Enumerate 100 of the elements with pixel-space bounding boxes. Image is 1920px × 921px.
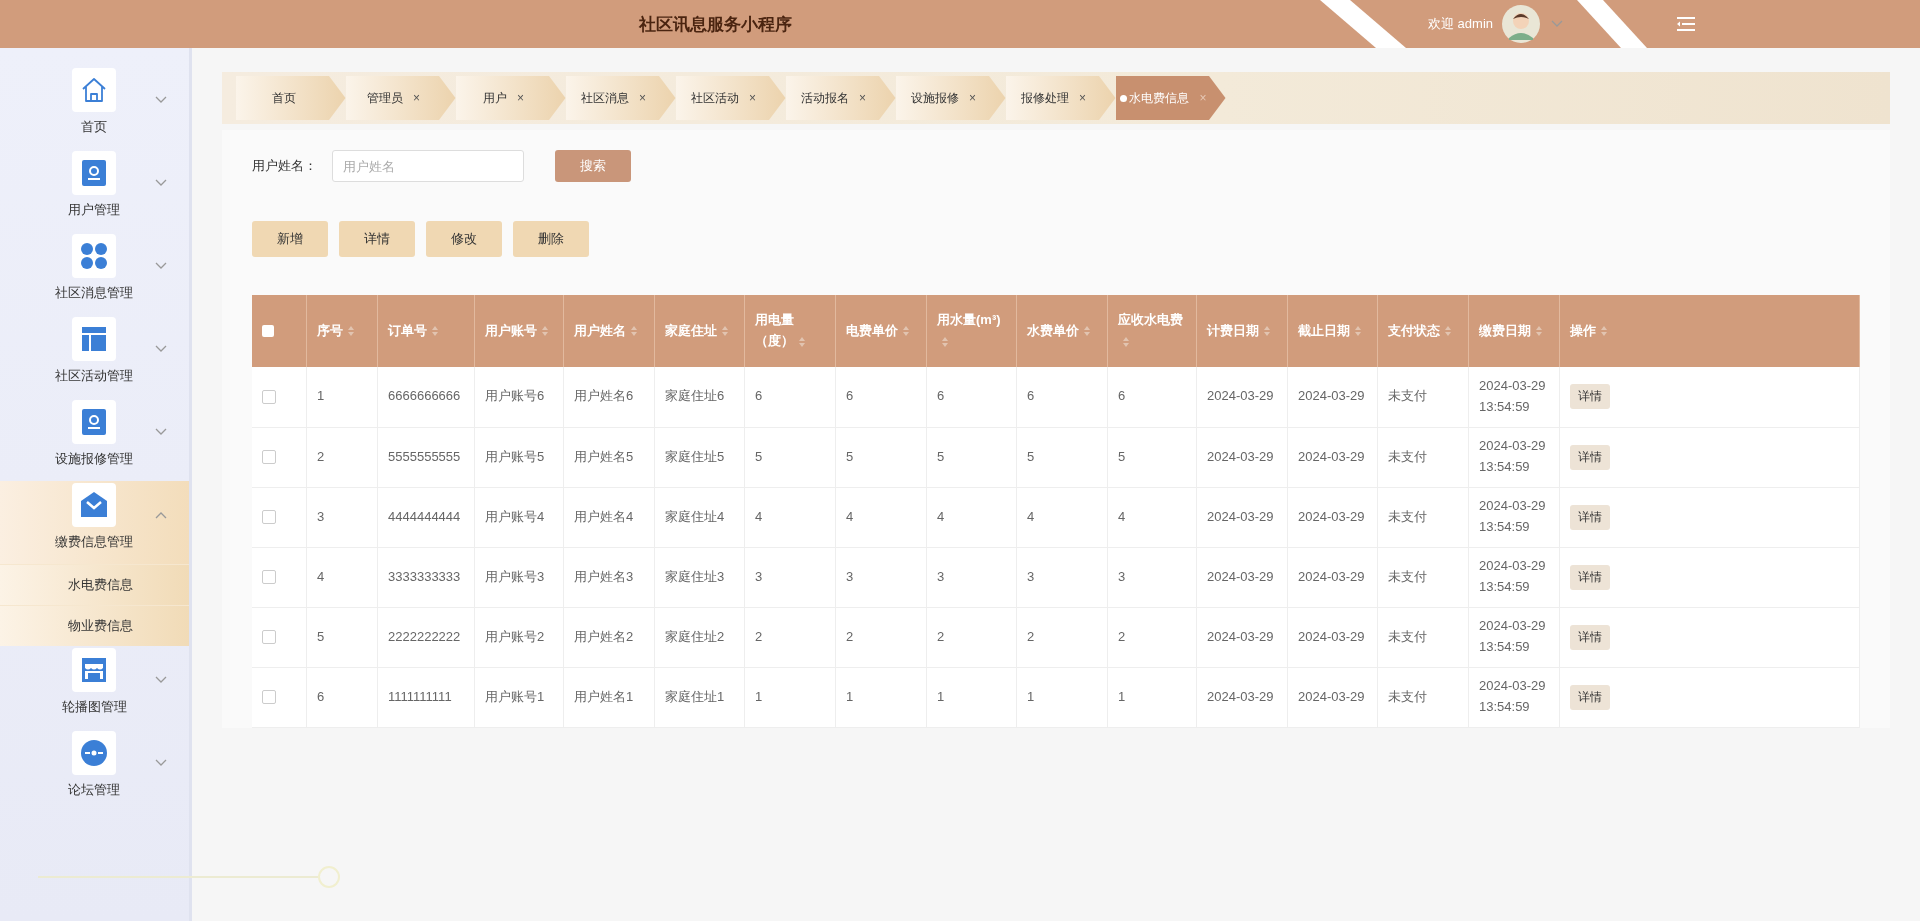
table-cell: 4 xyxy=(926,487,1017,547)
sort-icon[interactable] xyxy=(630,325,638,338)
menu-item[interactable]: 社区活动管理 xyxy=(0,315,189,398)
row-checkbox[interactable] xyxy=(261,510,276,524)
table-cell: 2024-03-29 13:54:59 xyxy=(1468,427,1560,487)
table-cell: 5 xyxy=(835,427,927,487)
menu-item[interactable]: 用户管理 xyxy=(0,149,189,232)
chevron-down-icon[interactable] xyxy=(154,676,167,684)
close-button[interactable]: × xyxy=(639,91,646,105)
close-button[interactable]: × xyxy=(749,91,756,105)
submenu-item[interactable]: 物业费信息 xyxy=(0,605,189,646)
table-cell: 用户姓名3 xyxy=(563,547,655,607)
sort-icon[interactable] xyxy=(941,335,949,348)
menu-item[interactable]: 社区消息管理 xyxy=(0,232,189,315)
table-cell: 用户姓名1 xyxy=(563,667,655,727)
table-cell: 4 xyxy=(835,487,927,547)
table-cell: 3 xyxy=(306,487,378,547)
close-button[interactable]: × xyxy=(1079,91,1086,105)
action-button[interactable]: 删除 xyxy=(512,221,589,257)
search-label: 用户姓名： xyxy=(251,157,318,175)
chevron-down-icon[interactable] xyxy=(154,262,167,270)
chevron-down-icon[interactable] xyxy=(154,345,167,353)
sort-icon[interactable] xyxy=(1354,325,1362,338)
detail-button[interactable]: 详情 xyxy=(1570,504,1610,530)
chevron-down-icon[interactable] xyxy=(154,179,167,187)
row-checkbox[interactable] xyxy=(261,450,276,464)
detail-button[interactable]: 详情 xyxy=(1570,444,1610,470)
chevron-up-icon[interactable] xyxy=(154,511,167,519)
detail-button[interactable]: 详情 xyxy=(1570,684,1610,710)
select-all-checkbox[interactable] xyxy=(261,325,274,337)
nav-tab[interactable]: 活动报名 × xyxy=(785,76,896,120)
menu-item[interactable]: 缴费信息管理 xyxy=(0,481,189,564)
menu-label: 轮播图管理 xyxy=(61,698,127,716)
sort-icon[interactable] xyxy=(431,325,439,338)
table-cell: 用户姓名2 xyxy=(563,607,655,667)
sort-icon[interactable] xyxy=(1083,325,1091,338)
close-button[interactable]: × xyxy=(517,91,524,105)
table-cell: 3 xyxy=(835,547,927,607)
close-button[interactable]: × xyxy=(413,91,420,105)
table-cell: 4 xyxy=(744,487,836,547)
close-button[interactable]: × xyxy=(859,91,866,105)
row-checkbox[interactable] xyxy=(261,570,276,584)
chevron-down-icon[interactable] xyxy=(1551,20,1564,28)
table-cell: 5 xyxy=(1016,427,1108,487)
chevron-down-icon[interactable] xyxy=(154,759,167,767)
table-cell: 2 xyxy=(835,607,927,667)
table-cell: 6 xyxy=(744,367,836,427)
avatar-icon[interactable] xyxy=(1501,4,1542,44)
menu-item[interactable]: 设施报修管理 xyxy=(0,398,189,481)
table-cell: 6 xyxy=(306,667,378,727)
table-cell: 5 xyxy=(1107,427,1197,487)
nav-tab[interactable]: 用户 × xyxy=(455,76,566,120)
ellipsis-icon xyxy=(79,738,110,768)
table-cell: 5 xyxy=(306,607,378,667)
sort-icon[interactable] xyxy=(1263,325,1271,338)
sort-icon[interactable] xyxy=(541,325,549,338)
sort-icon[interactable] xyxy=(347,325,355,338)
table-cell: 用户账号2 xyxy=(474,607,564,667)
sort-icon[interactable] xyxy=(1444,325,1452,338)
row-checkbox[interactable] xyxy=(261,389,276,404)
sort-icon[interactable] xyxy=(1535,325,1543,338)
action-button[interactable]: 新增 xyxy=(251,221,328,257)
action-button[interactable]: 修改 xyxy=(425,221,502,257)
envelope-icon xyxy=(79,490,110,520)
table-cell: 5555555555 xyxy=(377,427,475,487)
nav-tab[interactable]: 社区活动 × xyxy=(675,76,786,120)
table-cell: 6 xyxy=(835,367,927,427)
detail-button[interactable]: 详情 xyxy=(1570,384,1610,410)
sort-icon[interactable] xyxy=(1122,335,1130,348)
table-cell: 1 xyxy=(835,667,927,727)
action-button[interactable]: 详情 xyxy=(338,221,415,257)
row-checkbox[interactable] xyxy=(261,630,276,644)
chevron-down-icon[interactable] xyxy=(154,428,167,436)
table-cell: 用户账号4 xyxy=(474,487,564,547)
nav-tab[interactable]: 社区消息 × xyxy=(565,76,676,120)
sort-icon[interactable] xyxy=(798,335,806,348)
sort-icon[interactable] xyxy=(902,325,910,338)
nav-tab[interactable]: 报修处理 × xyxy=(1005,76,1116,120)
submenu-item[interactable]: 水电费信息 xyxy=(0,564,189,605)
search-field[interactable]: 用户姓名 xyxy=(331,150,524,182)
sort-icon[interactable] xyxy=(721,325,729,338)
table-cell: 1 xyxy=(1016,667,1108,727)
menu-item[interactable]: 首页 xyxy=(0,66,189,149)
close-button[interactable]: × xyxy=(969,91,976,105)
menu-item[interactable]: 论坛管理 xyxy=(0,729,189,812)
sort-icon[interactable] xyxy=(1600,325,1608,338)
nav-tab[interactable]: 设施报修 × xyxy=(895,76,1006,120)
table-cell: 2024-03-29 xyxy=(1287,367,1378,427)
chevron-down-icon[interactable] xyxy=(154,96,167,104)
table-cell: 2024-03-29 13:54:59 xyxy=(1468,607,1560,667)
nav-tab[interactable]: 管理员 × xyxy=(345,76,456,120)
nav-tab[interactable]: 首页 xyxy=(235,76,346,120)
table-cell: 2 xyxy=(744,607,836,667)
detail-button[interactable]: 详情 xyxy=(1570,624,1610,650)
menu-icon[interactable] xyxy=(1677,17,1696,31)
detail-button[interactable]: 详情 xyxy=(1570,564,1610,590)
table-cell: 1 xyxy=(926,667,1017,727)
menu-item[interactable]: 轮播图管理 xyxy=(0,646,189,729)
table-cell: 2024-03-29 13:54:59 xyxy=(1468,547,1560,607)
row-checkbox[interactable] xyxy=(261,690,276,704)
